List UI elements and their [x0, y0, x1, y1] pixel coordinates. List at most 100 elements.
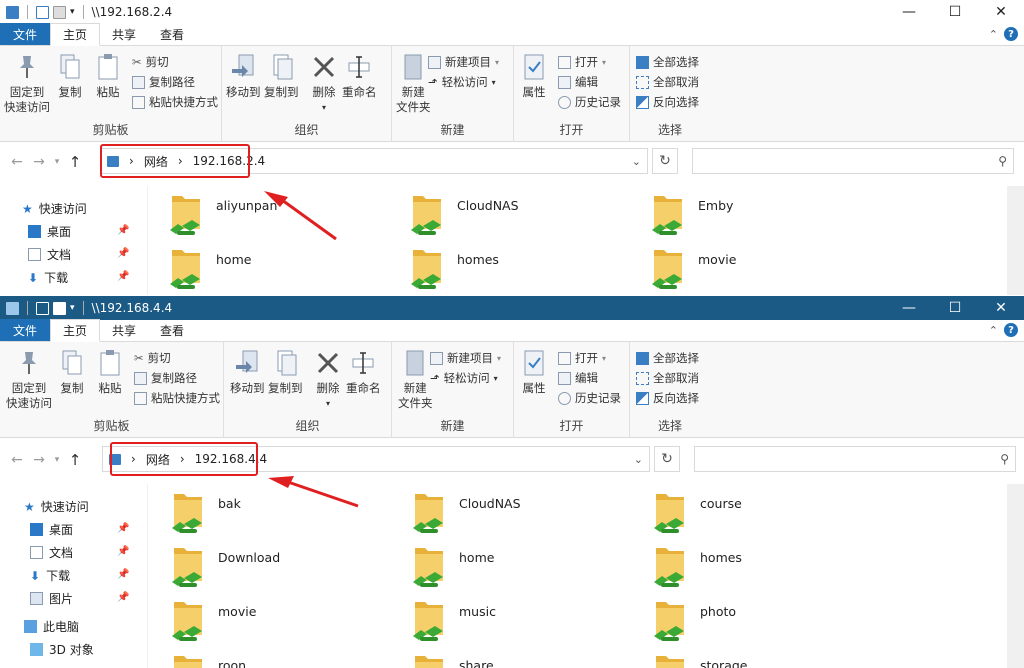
- collapse-ribbon-icon[interactable]: ⌃: [989, 324, 998, 337]
- sidebar-item-documents[interactable]: 文档: [28, 246, 71, 263]
- select-none-button[interactable]: 全部取消: [636, 74, 699, 90]
- minimize-button[interactable]: —: [886, 0, 932, 24]
- open-button[interactable]: 打开 ▾: [558, 350, 606, 366]
- paste-button[interactable]: 粘贴: [94, 52, 122, 100]
- sidebar-item-desktop[interactable]: 桌面: [30, 521, 73, 538]
- list-item[interactable]: home: [168, 244, 408, 294]
- cut-button[interactable]: ✂ 剪切: [132, 54, 169, 70]
- list-item[interactable]: photo: [652, 596, 892, 646]
- scrollbar[interactable]: [1007, 484, 1024, 668]
- maximize-button[interactable]: ☐: [932, 0, 978, 24]
- list-item[interactable]: share: [411, 650, 651, 668]
- list-item[interactable]: homes: [652, 542, 892, 592]
- back-arrow-icon[interactable]: ←: [6, 452, 28, 468]
- paste-button[interactable]: 粘贴: [96, 348, 124, 396]
- edit-button[interactable]: 编辑: [558, 370, 598, 386]
- properties-button[interactable]: 属性: [520, 52, 548, 100]
- search-input[interactable]: ⚲: [692, 148, 1014, 174]
- list-item[interactable]: homes: [409, 244, 649, 294]
- properties-quick-icon[interactable]: [36, 5, 49, 19]
- tab-home[interactable]: 主页: [50, 23, 101, 46]
- new-folder-quick-icon[interactable]: [53, 301, 66, 315]
- tab-home[interactable]: 主页: [50, 319, 101, 342]
- pin-quick-access-button[interactable]: 固定到 快速访问: [6, 348, 52, 411]
- pin-icon[interactable]: 📌: [117, 248, 129, 259]
- title-bar[interactable]: ▾ \\192.168.2.4 — ☐ ✕: [0, 0, 1024, 24]
- copy-button[interactable]: 复制: [56, 52, 84, 100]
- back-arrow-icon[interactable]: ←: [6, 154, 28, 170]
- tab-share[interactable]: 共享: [100, 319, 148, 341]
- history-button[interactable]: 历史记录: [558, 94, 621, 110]
- copy-to-button[interactable]: 复制到: [268, 348, 303, 396]
- help-icon[interactable]: ?: [1004, 323, 1018, 337]
- customize-quick-access-icon[interactable]: ▾: [70, 303, 75, 313]
- list-item[interactable]: storage: [652, 650, 892, 668]
- recent-locations-icon[interactable]: ▾: [50, 455, 64, 465]
- maximize-button[interactable]: ☐: [932, 296, 978, 320]
- list-item[interactable]: home: [411, 542, 651, 592]
- copy-path-button[interactable]: 复制路径: [132, 74, 195, 90]
- select-all-button[interactable]: 全部选择: [636, 350, 699, 366]
- copy-path-button[interactable]: 复制路径: [134, 370, 197, 386]
- refresh-icon[interactable]: ↻: [652, 148, 678, 174]
- sidebar-item-downloads[interactable]: ⬇ 下载: [28, 269, 68, 286]
- new-folder-button[interactable]: 新建 文件夹: [398, 348, 433, 411]
- delete-button[interactable]: 删除 ▾: [314, 348, 342, 411]
- paste-shortcut-button[interactable]: 粘贴快捷方式: [134, 390, 220, 406]
- list-item[interactable]: CloudNAS: [411, 488, 651, 538]
- move-to-button[interactable]: 移动到: [230, 348, 265, 396]
- sidebar-item-3d-objects[interactable]: 3D 对象: [30, 641, 94, 658]
- open-button[interactable]: 打开 ▾: [558, 54, 606, 70]
- tab-file[interactable]: 文件: [0, 319, 51, 341]
- invert-selection-button[interactable]: 反向选择: [636, 94, 699, 110]
- tab-view[interactable]: 查看: [148, 319, 196, 341]
- copy-button[interactable]: 复制: [58, 348, 86, 396]
- address-dropdown-icon[interactable]: ⌄: [632, 155, 641, 168]
- list-item[interactable]: movie: [650, 244, 890, 294]
- rename-button[interactable]: 重命名: [346, 348, 381, 396]
- sidebar-item-documents[interactable]: 文档: [30, 544, 73, 561]
- new-folder-button[interactable]: 新建 文件夹: [396, 52, 431, 115]
- scrollbar[interactable]: [1007, 186, 1024, 295]
- list-item[interactable]: CloudNAS: [409, 190, 649, 240]
- forward-arrow-icon[interactable]: →: [28, 452, 50, 468]
- tab-share[interactable]: 共享: [100, 23, 148, 45]
- title-bar[interactable]: ▾ \\192.168.4.4 — ☐ ✕: [0, 296, 1024, 320]
- select-none-button[interactable]: 全部取消: [636, 370, 699, 386]
- delete-button[interactable]: 删除 ▾: [310, 52, 338, 115]
- list-item[interactable]: Download: [170, 542, 410, 592]
- new-item-button[interactable]: 新建项目 ▾: [428, 54, 499, 70]
- minimize-button[interactable]: —: [886, 296, 932, 320]
- cut-button[interactable]: ✂ 剪切: [134, 350, 171, 366]
- select-all-button[interactable]: 全部选择: [636, 54, 699, 70]
- tab-file[interactable]: 文件: [0, 23, 51, 45]
- collapse-ribbon-icon[interactable]: ⌃: [989, 28, 998, 41]
- list-item[interactable]: movie: [170, 596, 410, 646]
- refresh-icon[interactable]: ↻: [654, 446, 680, 472]
- recent-locations-icon[interactable]: ▾: [50, 157, 64, 167]
- up-arrow-icon[interactable]: ↑: [64, 451, 86, 469]
- new-folder-quick-icon[interactable]: [53, 5, 66, 19]
- edit-button[interactable]: 编辑: [558, 74, 598, 90]
- search-input[interactable]: ⚲: [694, 446, 1016, 472]
- up-arrow-icon[interactable]: ↑: [64, 153, 86, 171]
- pin-icon[interactable]: 📌: [117, 225, 129, 236]
- move-to-button[interactable]: 移动到: [226, 52, 261, 100]
- paste-shortcut-button[interactable]: 粘贴快捷方式: [132, 94, 218, 110]
- properties-button[interactable]: 属性: [520, 348, 548, 396]
- address-dropdown-icon[interactable]: ⌄: [634, 453, 643, 466]
- close-button[interactable]: ✕: [978, 296, 1024, 320]
- easy-access-button[interactable]: ⬏ 轻松访问 ▾: [428, 74, 496, 90]
- pin-icon[interactable]: 📌: [117, 523, 129, 534]
- forward-arrow-icon[interactable]: →: [28, 154, 50, 170]
- pin-quick-access-button[interactable]: 固定到 快速访问: [4, 52, 50, 115]
- sidebar-item-quick-access[interactable]: ★ 快速访问: [22, 200, 87, 217]
- sidebar-item-this-pc[interactable]: 此电脑: [24, 618, 79, 635]
- sidebar-item-downloads[interactable]: ⬇ 下载: [30, 567, 70, 584]
- easy-access-button[interactable]: ⬏ 轻松访问 ▾: [430, 370, 498, 386]
- pin-icon[interactable]: 📌: [117, 271, 129, 282]
- copy-to-button[interactable]: 复制到: [264, 52, 299, 100]
- list-item[interactable]: roon: [170, 650, 410, 668]
- sidebar-item-pictures[interactable]: 图片: [30, 590, 73, 607]
- history-button[interactable]: 历史记录: [558, 390, 621, 406]
